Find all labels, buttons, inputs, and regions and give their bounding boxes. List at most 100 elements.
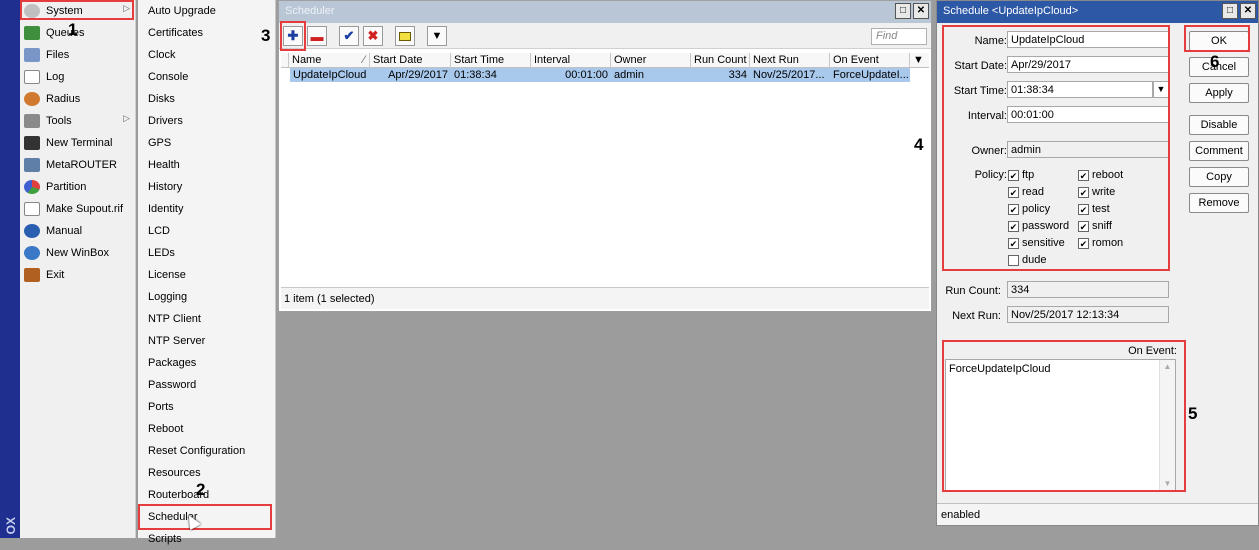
menu-item-radius[interactable]: Radius xyxy=(20,88,136,110)
pie-icon xyxy=(24,180,40,194)
submenu-item-disks[interactable]: Disks xyxy=(138,88,276,110)
cell-owner: admin xyxy=(614,69,644,81)
submenu-item-routerboard[interactable]: Routerboard xyxy=(138,484,276,506)
menu-item-new-terminal[interactable]: New Terminal xyxy=(20,132,136,154)
menu-item-manual[interactable]: Manual xyxy=(20,220,136,242)
menu-item-new-winbox[interactable]: New WinBox xyxy=(20,242,136,264)
scheduler-titlebar[interactable]: Scheduler □ ✕ xyxy=(279,1,931,23)
submenu-item-gps[interactable]: GPS xyxy=(138,132,276,154)
submenu-item-label: Packages xyxy=(148,357,197,369)
document-icon xyxy=(24,202,40,216)
scheduler-window: Scheduler □ ✕ ✚ ▬ ✔ ✖ ▼ Find Name ⁄ Start… xyxy=(278,0,932,312)
menu-item-partition[interactable]: Partition xyxy=(20,176,136,198)
dialog-title: Schedule <UpdateIpCloud> xyxy=(943,5,1079,17)
scheduler-status: 1 item (1 selected) xyxy=(281,287,929,309)
submenu-item-ntp-client[interactable]: NTP Client xyxy=(138,308,276,330)
cell-start-time: 01:38:34 xyxy=(454,69,497,81)
column-header-next-run[interactable]: Next Run xyxy=(750,53,830,68)
menu-item-tools[interactable]: Tools ▷ xyxy=(20,110,136,132)
menu-item-label: Make Supout.rif xyxy=(46,203,124,215)
terminal-icon xyxy=(24,136,40,150)
menu-item-label: Log xyxy=(46,71,65,83)
menu-item-exit[interactable]: Exit xyxy=(20,264,136,286)
queue-icon xyxy=(24,26,40,40)
column-header-name[interactable]: Name ⁄ xyxy=(289,53,370,68)
submenu-item-scripts[interactable]: Scripts xyxy=(138,528,276,550)
annotation-box-ok xyxy=(1184,25,1250,52)
column-header-run-count[interactable]: Run Count xyxy=(691,53,750,68)
submenu-item-auto-upgrade[interactable]: Auto Upgrade xyxy=(138,0,276,22)
submenu-item-drivers[interactable]: Drivers xyxy=(138,110,276,132)
dialog-status: enabled xyxy=(937,503,1258,525)
tools-icon xyxy=(24,114,40,128)
submenu-item-label: Password xyxy=(148,379,197,391)
submenu-item-leds[interactable]: LEDs xyxy=(138,242,276,264)
menu-item-label: MetaROUTER xyxy=(46,159,117,171)
submenu-item-label: Certificates xyxy=(148,27,204,39)
column-header-owner[interactable]: Owner xyxy=(611,53,691,68)
column-header-on-event[interactable]: On Event xyxy=(830,53,910,68)
column-header-start-date[interactable]: Start Date xyxy=(370,53,451,68)
enable-button[interactable]: ✔ xyxy=(339,26,359,46)
menu-item-queues[interactable]: Queues xyxy=(20,22,136,44)
next-run-field: Nov/25/2017 12:13:34 xyxy=(1007,306,1169,323)
close-button[interactable]: ✕ xyxy=(1240,3,1256,19)
annotation-number: 5 xyxy=(1188,404,1198,423)
submenu-item-reboot[interactable]: Reboot xyxy=(138,418,276,440)
submenu-item-packages[interactable]: Packages xyxy=(138,352,276,374)
menu-item-label: Exit xyxy=(46,269,65,281)
dialog-titlebar[interactable]: Schedule <UpdateIpCloud> □ ✕ xyxy=(937,1,1258,23)
router-icon xyxy=(24,158,40,172)
submenu-item-label: Console xyxy=(148,71,189,83)
cell-name: UpdateIpCloud xyxy=(293,69,367,81)
submenu-item-history[interactable]: History xyxy=(138,176,276,198)
submenu-item-logging[interactable]: Logging xyxy=(138,286,276,308)
comment-button[interactable] xyxy=(395,26,415,46)
submenu-item-ntp-server[interactable]: NTP Server xyxy=(138,330,276,352)
menu-item-log[interactable]: Log xyxy=(20,66,136,88)
find-input[interactable]: Find xyxy=(871,28,927,45)
disable-button[interactable]: Disable xyxy=(1189,115,1249,135)
menu-item-make-supout[interactable]: Make Supout.rif xyxy=(20,198,136,220)
menu-item-metarouter[interactable]: MetaROUTER xyxy=(20,154,136,176)
filter-button[interactable]: ▼ xyxy=(427,26,447,46)
submenu-item-label: Logging xyxy=(148,291,188,303)
annotation-number: 6 xyxy=(1210,52,1220,71)
maximize-button[interactable]: □ xyxy=(1222,3,1238,19)
menu-item-label: Manual xyxy=(46,225,83,237)
apply-button[interactable]: Apply xyxy=(1189,83,1249,103)
submenu-item-health[interactable]: Health xyxy=(138,154,276,176)
submenu-item-label: LCD xyxy=(148,225,171,237)
column-menu-dropdown[interactable]: ▼ xyxy=(910,53,929,68)
log-icon xyxy=(24,70,40,84)
column-header-start-time[interactable]: Start Time xyxy=(451,53,531,68)
comment-button[interactable]: Comment xyxy=(1189,141,1249,161)
submenu-item-identity[interactable]: Identity xyxy=(138,198,276,220)
submenu-item-license[interactable]: License xyxy=(138,264,276,286)
submenu-item-clock[interactable]: Clock xyxy=(138,44,276,66)
submenu-item-ports[interactable]: Ports xyxy=(138,396,276,418)
close-button[interactable]: ✕ xyxy=(913,3,929,19)
cell-next-run: Nov/25/2017... xyxy=(753,69,825,81)
table-row[interactable]: UpdateIpCloud Apr/29/2017 01:38:34 00:01… xyxy=(290,68,910,82)
submenu-item-resources[interactable]: Resources xyxy=(138,462,276,484)
menu-item-files[interactable]: Files xyxy=(20,44,136,66)
submenu-item-reset-configuration[interactable]: Reset Configuration xyxy=(138,440,276,462)
annotation-box-system xyxy=(20,0,134,20)
submenu-item-label: Resources xyxy=(148,467,201,479)
copy-button[interactable]: Copy xyxy=(1189,167,1249,187)
remove-button[interactable]: Remove xyxy=(1189,193,1249,213)
submenu-item-certificates[interactable]: Certificates xyxy=(138,22,276,44)
main-menu: System ▷ Queues Files Log Radius Tools ▷… xyxy=(20,0,136,538)
column-header-interval[interactable]: Interval xyxy=(531,53,611,68)
submenu-item-console[interactable]: Console xyxy=(138,66,276,88)
submenu-item-label: Scripts xyxy=(148,533,182,545)
submenu-item-password[interactable]: Password xyxy=(138,374,276,396)
submenu-item-label: Ports xyxy=(148,401,174,413)
maximize-button[interactable]: □ xyxy=(895,3,911,19)
remove-button[interactable]: ▬ xyxy=(307,26,327,46)
winbox-icon xyxy=(24,246,40,260)
submenu-item-lcd[interactable]: LCD xyxy=(138,220,276,242)
disable-button[interactable]: ✖ xyxy=(363,26,383,46)
help-icon xyxy=(24,224,40,238)
